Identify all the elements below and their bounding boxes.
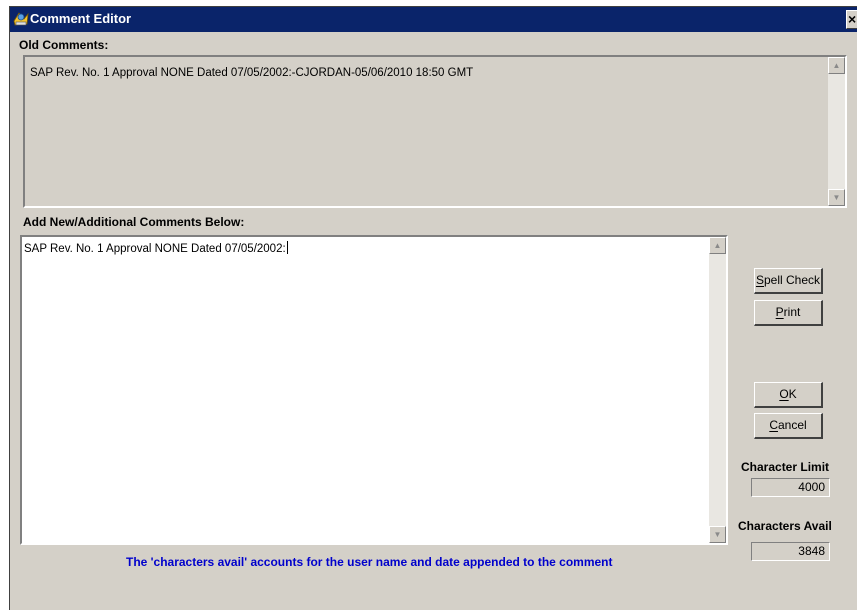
title-bar[interactable]: Comment Editor × (10, 7, 857, 32)
ok-mnemonic: O (779, 387, 789, 401)
character-limit-value: 4000 (751, 478, 830, 497)
close-button[interactable]: × (846, 10, 857, 29)
scroll-up-arrow-icon[interactable]: ▲ (828, 57, 845, 74)
character-limit-label: Character Limit (741, 460, 830, 474)
characters-avail-value: 3848 (751, 542, 830, 561)
spell-check-label: pell Check (763, 273, 821, 287)
print-label: rint (783, 305, 801, 319)
new-comments-scrollbar[interactable]: ▲ ▼ (709, 237, 726, 543)
comment-editor-window: Comment Editor × Old Comments: SAP Rev. … (9, 6, 857, 610)
scroll-down-arrow-icon[interactable]: ▼ (828, 189, 845, 206)
scroll-up-arrow-icon[interactable]: ▲ (709, 237, 726, 254)
spell-check-mnemonic: S (755, 273, 764, 287)
ok-label: K (788, 387, 797, 401)
cancel-label: ancel (777, 418, 807, 432)
new-comments-value: SAP Rev. No. 1 Approval NONE Dated 07/05… (24, 243, 286, 255)
old-comments-scrollbar[interactable]: ▲ ▼ (828, 57, 845, 206)
new-comments-label: Add New/Additional Comments Below: (23, 215, 245, 229)
cancel-mnemonic: C (769, 418, 778, 432)
characters-avail-note: The 'characters avail' accounts for the … (126, 555, 613, 569)
new-comments-value-wrap: SAP Rev. No. 1 Approval NONE Dated 07/05… (24, 241, 288, 255)
scroll-down-arrow-icon[interactable]: ▼ (709, 526, 726, 543)
ok-button[interactable]: OK (754, 382, 823, 408)
characters-avail-label: Characters Avail (738, 519, 832, 533)
close-icon: × (848, 11, 857, 27)
text-caret (286, 241, 288, 254)
print-button[interactable]: Print (754, 300, 823, 326)
comment-editor-app-icon (13, 12, 29, 26)
print-mnemonic: P (775, 305, 784, 319)
cancel-button[interactable]: Cancel (754, 413, 823, 439)
new-comments-textarea[interactable]: SAP Rev. No. 1 Approval NONE Dated 07/05… (20, 235, 728, 545)
old-comments-box[interactable]: SAP Rev. No. 1 Approval NONE Dated 07/05… (23, 55, 847, 208)
old-comments-label: Old Comments: (19, 38, 109, 52)
old-comments-text: SAP Rev. No. 1 Approval NONE Dated 07/05… (30, 67, 474, 79)
window-title: Comment Editor (30, 11, 132, 26)
spell-check-button[interactable]: Spell Check (754, 268, 823, 294)
